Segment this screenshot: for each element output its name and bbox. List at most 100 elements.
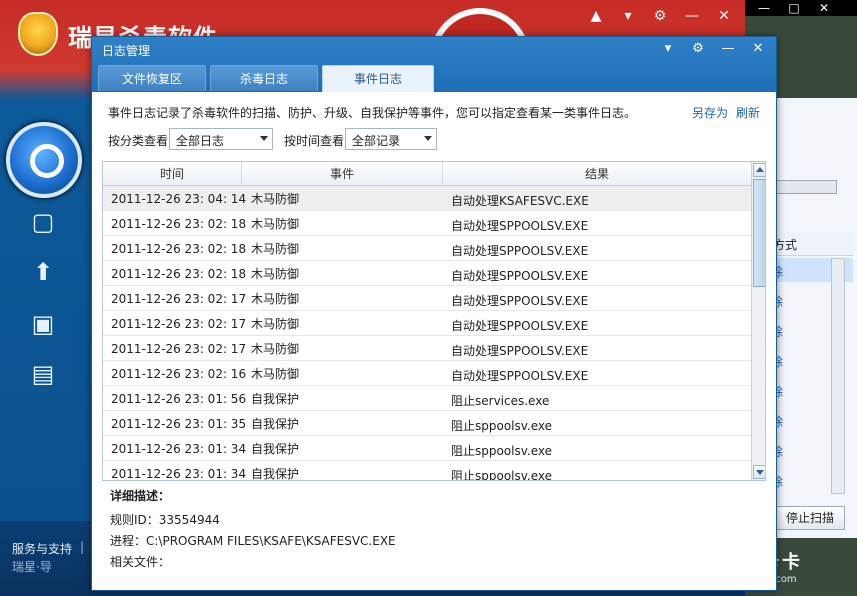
column-header-result[interactable]: 结果 xyxy=(443,162,751,186)
table-row[interactable]: 2011-12-26 23: 02: 17 木马防御 自动处理SPPOOLSV.EX… xyxy=(103,336,751,361)
table-row[interactable]: 2011-12-26 23: 02: 18 木马防御 自动处理SPPOOLSV.EX… xyxy=(103,261,751,286)
list-item: 除 xyxy=(771,355,784,369)
dropdown-icon[interactable]: ▾ xyxy=(617,6,639,26)
app-window-controls: ▲ ▾ ⚙ — ✕ xyxy=(585,6,735,26)
cell-result: 自动处理KSAFESVC.EXE xyxy=(451,194,589,208)
maximize-icon[interactable]: □ xyxy=(783,0,805,16)
category-select[interactable]: 全部日志 xyxy=(169,128,273,150)
cell-event: 木马防御 xyxy=(251,192,300,206)
minimize-icon[interactable]: — xyxy=(720,41,736,57)
cell-event: 自我保护 xyxy=(251,417,300,431)
refresh-link[interactable]: 刷新 xyxy=(736,104,760,121)
detail-description-panel: 详细描述： 规则ID：33554944 进程：C:\PROGRAM FILES\… xyxy=(102,484,766,584)
list-item: 除 xyxy=(771,445,784,459)
scroll-down-icon[interactable] xyxy=(753,465,765,479)
lion-logo-icon xyxy=(18,12,58,56)
cell-event: 木马防御 xyxy=(251,317,300,331)
close-icon[interactable]: ✕ xyxy=(813,0,835,16)
filter-category-label: 按分类查看 xyxy=(108,134,169,148)
cell-result: 自动处理SPPOOLSV.EXE xyxy=(451,244,589,258)
cell-time: 2011-12-26 23: 01: 34 xyxy=(111,442,247,456)
gear-icon[interactable]: ⚙ xyxy=(690,41,706,57)
table-row[interactable]: 2011-12-26 23: 02: 18 木马防御 自动处理SPPOOLSV.EX… xyxy=(103,211,751,236)
tab-file-recovery[interactable]: 文件恢复区 xyxy=(98,65,206,91)
cell-time: 2011-12-26 23: 01: 56 xyxy=(111,392,247,406)
stop-scan-button[interactable]: 停止扫描 xyxy=(775,506,845,530)
table-row[interactable]: 2011-12-26 23: 01: 34 自我保护 阻止sppoolsv.exe xyxy=(103,436,751,461)
column-header-time[interactable]: 时间 xyxy=(103,162,242,186)
table-row[interactable]: 2011-12-26 23: 04: 14 木马防御 自动处理KSAFESVC.EX… xyxy=(103,186,751,211)
cell-result: 阻止sppoolsv.exe xyxy=(451,444,553,458)
cell-result: 自动处理SPPOOLSV.EXE xyxy=(451,219,589,233)
close-icon[interactable]: ✕ xyxy=(713,6,735,26)
table-row[interactable]: 2011-12-26 23: 02: 17 木马防御 自动处理SPPOOLSV.EX… xyxy=(103,286,751,311)
monitor-shield-icon[interactable]: ▢ xyxy=(28,208,58,238)
cell-result: 自动处理SPPOOLSV.EXE xyxy=(451,344,589,358)
dialog-title: 日志管理 xyxy=(102,44,151,58)
time-select-value: 全部记录 xyxy=(352,134,401,148)
table-header: 时间 事件 结果 xyxy=(103,162,751,186)
upload-arrow-icon[interactable]: ⬆ xyxy=(28,258,58,288)
cell-time: 2011-12-26 23: 02: 17 xyxy=(111,317,247,331)
table-row[interactable]: 2011-12-26 23: 01: 35 自我保护 阻止sppoolsv.exe xyxy=(103,411,751,436)
cell-event: 自我保护 xyxy=(251,467,300,481)
dropdown-icon[interactable]: ▾ xyxy=(660,41,676,57)
tab-virus-log[interactable]: 杀毒日志 xyxy=(210,65,318,91)
cell-event: 木马防御 xyxy=(251,292,300,306)
service-support-link[interactable]: 服务与支持 xyxy=(12,540,72,557)
footer-ghost-text: 瑞星·导 xyxy=(12,560,52,574)
table-body: 2011-12-26 23: 04: 14 木马防御 自动处理KSAFESVC.EX… xyxy=(103,186,751,481)
detail-related-files: 相关文件： xyxy=(110,555,171,569)
filter-time-label: 按时间查看 xyxy=(284,134,345,148)
close-icon[interactable]: ✕ xyxy=(750,41,766,57)
list-item: 除 xyxy=(771,325,784,339)
save-as-link[interactable]: 另存为 xyxy=(692,104,728,121)
column-header-event[interactable]: 事件 xyxy=(242,162,443,186)
table-row[interactable]: 2011-12-26 23: 02: 18 木马防御 自动处理SPPOOLSV.EX… xyxy=(103,236,751,261)
cell-event: 木马防御 xyxy=(251,342,300,356)
cell-time: 2011-12-26 23: 02: 18 xyxy=(111,217,247,231)
cell-event: 木马防御 xyxy=(251,217,300,231)
event-log-panel: 事件日志记录了杀毒软件的扫描、防护、升级、自我保护等事件，您可以指定查看某一类事… xyxy=(92,92,776,590)
search-icon[interactable] xyxy=(6,122,82,198)
gear-icon[interactable]: ⚙ xyxy=(649,6,671,26)
event-log-table: 时间 事件 结果 2011-12-26 23: 04: 14 木马防御 自动处理KS… xyxy=(102,161,766,481)
list-item: 除 xyxy=(771,415,784,429)
vertical-scrollbar[interactable] xyxy=(831,258,845,494)
chevron-down-icon xyxy=(424,136,432,141)
toolbox-icon[interactable]: ▣ xyxy=(28,310,58,340)
detail-rule-id: 规则ID：33554944 xyxy=(110,513,220,527)
cell-result: 阻止sppoolsv.exe xyxy=(451,469,553,481)
document-icon[interactable]: ▤ xyxy=(28,360,58,390)
scroll-up-icon[interactable] xyxy=(753,163,765,177)
list-item: 除 xyxy=(771,475,784,489)
cell-time: 2011-12-26 23: 02: 16 xyxy=(111,367,247,381)
category-select-value: 全部日志 xyxy=(176,134,225,148)
scroll-thumb[interactable] xyxy=(753,179,765,287)
time-select[interactable]: 全部记录 xyxy=(345,128,437,150)
column-header-method: 方式 xyxy=(771,232,853,256)
tab-event-log[interactable]: 事件日志 xyxy=(322,65,434,93)
table-scrollbar[interactable] xyxy=(751,162,765,480)
cell-event: 自我保护 xyxy=(251,392,300,406)
minimize-icon[interactable]: — xyxy=(681,6,703,26)
cell-result: 自动处理SPPOOLSV.EXE xyxy=(451,369,589,383)
minimize-icon[interactable]: — xyxy=(753,0,775,16)
cell-time: 2011-12-26 23: 02: 18 xyxy=(111,242,247,256)
table-row[interactable]: 2011-12-26 23: 01: 34 自我保护 阻止sppoolsv.exe xyxy=(103,461,751,481)
cell-event: 木马防御 xyxy=(251,367,300,381)
detail-title: 详细描述： xyxy=(110,489,171,503)
list-item: 除 xyxy=(771,265,784,279)
cell-time: 2011-12-26 23: 01: 34 xyxy=(111,467,247,481)
cell-result: 自动处理SPPOOLSV.EXE xyxy=(451,319,589,333)
table-row[interactable]: 2011-12-26 23: 01: 56 自我保护 阻止services.exe xyxy=(103,386,751,411)
table-row[interactable]: 2011-12-26 23: 02: 17 木马防御 自动处理SPPOOLSV.EX… xyxy=(103,311,751,336)
skin-shirt-icon[interactable]: ▲ xyxy=(585,6,607,26)
dialog-tabs: 文件恢复区 杀毒日志 事件日志 xyxy=(98,65,434,93)
chevron-down-icon xyxy=(260,136,268,141)
log-manager-dialog: 日志管理 ▾ ⚙ — ✕ 文件恢复区 杀毒日志 事件日志 事件日志记录了杀毒软件… xyxy=(91,36,777,591)
secondary-titlebar: — □ ✕ xyxy=(745,0,857,16)
dialog-window-controls: ▾ ⚙ — ✕ xyxy=(660,41,766,57)
detail-process: 进程：C:\PROGRAM FILES\KSAFE\KSAFESVC.EXE xyxy=(110,534,396,548)
table-row[interactable]: 2011-12-26 23: 02: 16 木马防御 自动处理SPPOOLSV.EX… xyxy=(103,361,751,386)
